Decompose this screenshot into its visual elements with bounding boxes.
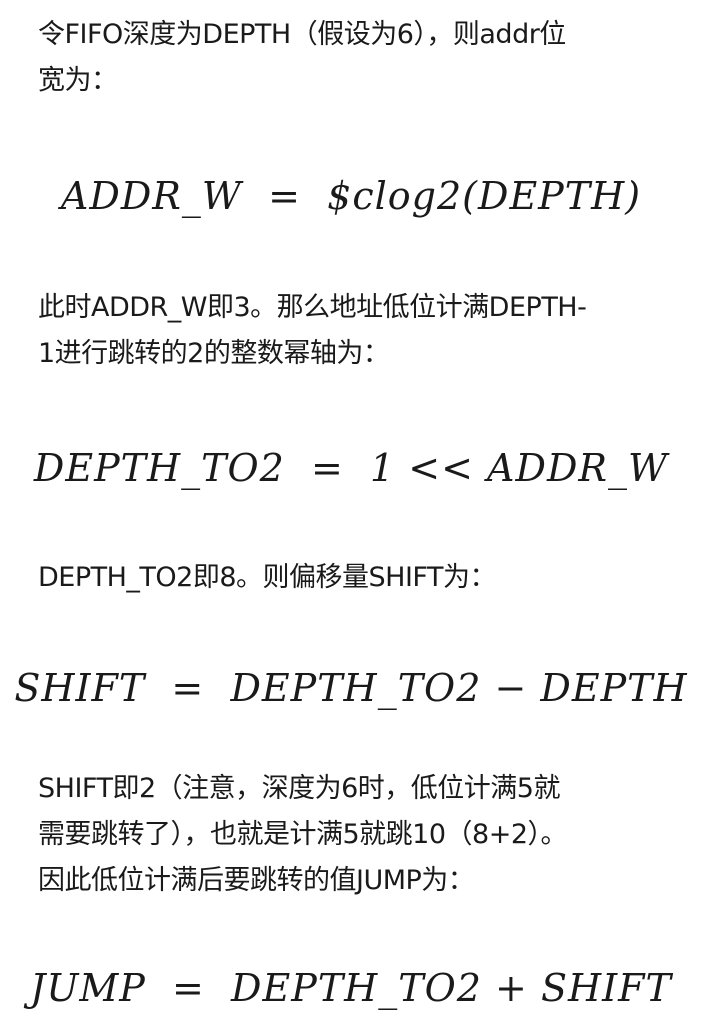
formula-jump: JUMP = DEPTH_TO2 + SHIFT bbox=[0, 966, 702, 1010]
formula-lhs: JUMP bbox=[30, 966, 146, 1010]
formula-operator: = bbox=[297, 446, 357, 490]
formula-operator: = bbox=[158, 666, 218, 710]
text-line: DEPTH_TO2即8。则偏移量SHIFT为： bbox=[38, 562, 496, 593]
text-line: SHIFT即2（注意，深度为6时，低位计满5就 bbox=[38, 773, 561, 804]
formula-shift: SHIFT = DEPTH_TO2 − DEPTH bbox=[0, 666, 702, 710]
text-line: 宽为： bbox=[38, 65, 118, 96]
formula-rhs: DEPTH_TO2 − DEPTH bbox=[230, 666, 688, 710]
text-line: 需要跳转了），也就是计满5就跳10（8+2）。 bbox=[38, 819, 568, 850]
formula-depth-to2: DEPTH_TO2 = 1 << ADDR_W bbox=[0, 446, 702, 490]
formula-rhs: $clog2(DEPTH) bbox=[327, 174, 642, 218]
paragraph-depth-to2: DEPTH_TO2即8。则偏移量SHIFT为： bbox=[38, 555, 668, 601]
formula-rhs: 1 << ADDR_W bbox=[370, 446, 669, 490]
article-body: 令FIFO深度为DEPTH（假设为6），则addr位 宽为： ADDR_W = … bbox=[0, 0, 702, 1028]
formula-lhs: DEPTH_TO2 bbox=[33, 446, 285, 490]
text-line: 因此低位计满后要跳转的值JUMP为： bbox=[38, 865, 475, 896]
paragraph-addr-w: 此时ADDR_W即3。那么地址低位计满DEPTH- 1进行跳转的2的整数幂轴为： bbox=[38, 285, 668, 377]
formula-lhs: ADDR_W bbox=[60, 174, 242, 218]
text-line: 1进行跳转的2的整数幂轴为： bbox=[38, 338, 390, 369]
paragraph-fifo-depth: 令FIFO深度为DEPTH（假设为6），则addr位 宽为： bbox=[38, 12, 668, 104]
text-line: 此时ADDR_W即3。那么地址低位计满DEPTH- bbox=[38, 292, 587, 323]
formula-operator: = bbox=[158, 966, 218, 1010]
formula-lhs: SHIFT bbox=[14, 666, 146, 710]
formula-operator: = bbox=[255, 174, 315, 218]
formula-addr-width: ADDR_W = $clog2(DEPTH) bbox=[0, 174, 702, 218]
text-line: 令FIFO深度为DEPTH（假设为6），则addr位 bbox=[38, 19, 566, 50]
paragraph-shift: SHIFT即2（注意，深度为6时，低位计满5就 需要跳转了），也就是计满5就跳1… bbox=[38, 766, 668, 904]
formula-rhs: DEPTH_TO2 + SHIFT bbox=[231, 966, 672, 1010]
